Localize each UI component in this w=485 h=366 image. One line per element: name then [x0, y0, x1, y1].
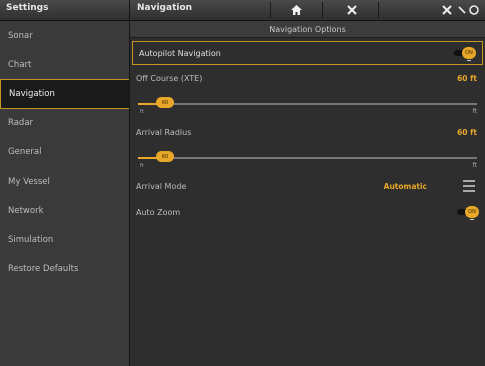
sidebar-item-label: My Vessel — [8, 176, 50, 187]
toolbar-separator — [378, 2, 379, 18]
home-icon — [290, 4, 302, 15]
home-button[interactable] — [278, 1, 314, 18]
sidebar-item-my-vessel[interactable]: My Vessel — [0, 167, 129, 196]
toggle-knob: ON — [462, 47, 476, 59]
toggle-tick — [470, 219, 474, 220]
settings-title: Settings — [6, 3, 49, 13]
arrival-mode-row[interactable]: Arrival Mode Automatic — [130, 173, 485, 199]
slider-handle[interactable]: 60 — [156, 97, 174, 108]
off-course-value: 60 ft — [457, 73, 477, 83]
sidebar-item-label: General — [8, 147, 42, 158]
settings-sidebar: Sonar Chart Navigation Radar General My … — [0, 21, 130, 366]
arrival-mode-value: Automatic — [383, 181, 427, 191]
off-course-slider[interactable]: 60 ft ft — [130, 91, 485, 119]
off-course-label: Off Course (XTE) — [136, 73, 203, 83]
arrival-radius-label: Arrival Radius — [136, 127, 192, 137]
menu-icon[interactable] — [463, 180, 475, 192]
sidebar-item-simulation[interactable]: Simulation — [0, 225, 129, 254]
close-icon — [347, 4, 357, 15]
arrival-mode-label: Arrival Mode — [136, 181, 187, 191]
arrival-radius-value: 60 ft — [457, 127, 477, 137]
autopilot-navigation-row[interactable]: Autopilot Navigation ON — [132, 41, 483, 65]
sidebar-item-general[interactable]: General — [0, 138, 129, 167]
sidebar-item-radar[interactable]: Radar — [0, 109, 129, 138]
title-divider — [129, 0, 130, 20]
sidebar-item-label: Radar — [8, 118, 34, 129]
toolbar-separator — [322, 2, 323, 18]
toggle-knob: ON — [465, 206, 479, 218]
auto-zoom-label: Auto Zoom — [136, 207, 181, 217]
page-title: Navigation — [137, 3, 193, 13]
slider-handle[interactable]: 60 — [156, 151, 174, 162]
slider-max-label: ft — [472, 108, 477, 115]
arrival-radius-row[interactable]: Arrival Radius 60 ft — [130, 119, 485, 145]
navigation-options-panel: Navigation Options Autopilot Navigation … — [130, 21, 485, 366]
slider-track — [138, 157, 477, 159]
sidebar-item-navigation[interactable]: Navigation — [0, 79, 129, 109]
sidebar-item-label: Simulation — [8, 234, 54, 245]
panel-header: Navigation Options — [130, 21, 485, 38]
arrival-radius-slider[interactable]: 60 ft ft — [130, 145, 485, 173]
sidebar-item-chart[interactable]: Chart — [0, 50, 129, 79]
slider-min-label: ft — [140, 109, 144, 115]
sidebar-item-label: Network — [8, 205, 44, 216]
toolbar-separator — [270, 2, 271, 18]
slider-max-label: ft — [472, 162, 477, 169]
toggle-tick — [467, 60, 471, 61]
status-icons[interactable] — [433, 1, 481, 18]
slider-track — [138, 103, 477, 105]
sidebar-item-label: Chart — [8, 59, 32, 70]
sidebar-item-label: Sonar — [8, 30, 33, 41]
sidebar-item-label: Restore Defaults — [8, 264, 79, 275]
title-bar: Settings Navigation — [0, 0, 485, 21]
sidebar-item-sonar[interactable]: Sonar — [0, 21, 129, 50]
off-course-row[interactable]: Off Course (XTE) 60 ft — [130, 65, 485, 91]
close-button[interactable] — [334, 1, 370, 18]
screen: Settings Navigation Sonar Chart Navigati… — [0, 0, 485, 366]
autopilot-navigation-toggle[interactable]: ON — [454, 47, 476, 61]
auto-zoom-row[interactable]: Auto Zoom ON — [130, 199, 485, 225]
slider-min-label: ft — [140, 163, 144, 169]
sidebar-item-network[interactable]: Network — [0, 196, 129, 225]
autopilot-navigation-label: Autopilot Navigation — [139, 48, 221, 58]
sidebar-item-label: Navigation — [9, 88, 55, 99]
right-status-icons — [442, 4, 479, 15]
auto-zoom-toggle[interactable]: ON — [457, 206, 479, 220]
sidebar-item-restore-defaults[interactable]: Restore Defaults — [0, 255, 129, 284]
